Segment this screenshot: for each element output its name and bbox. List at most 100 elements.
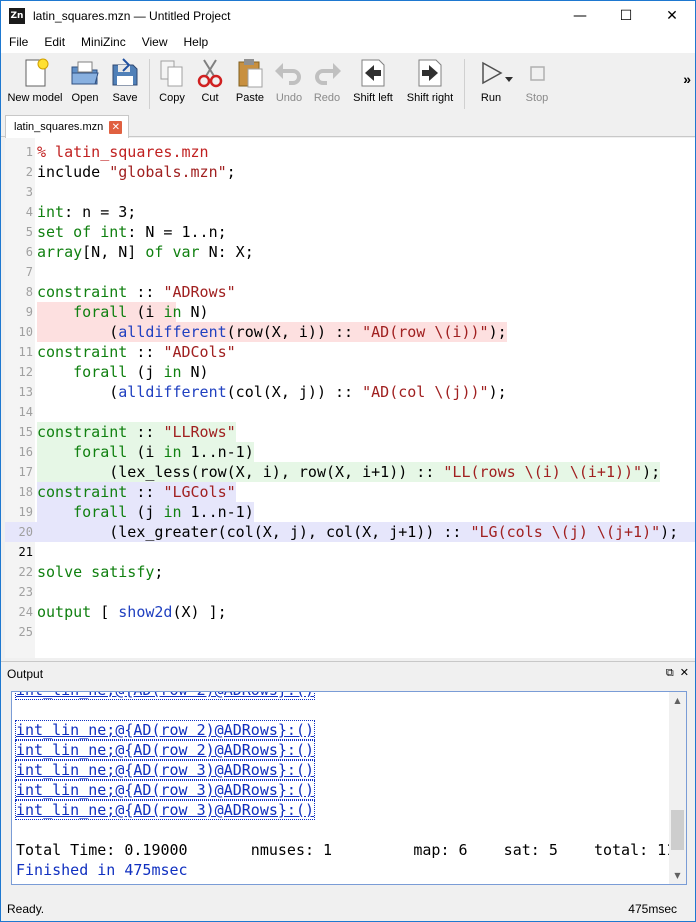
redo-label: Redo — [313, 92, 341, 104]
save-icon — [112, 58, 138, 86]
new-model-button[interactable]: New model — [5, 53, 65, 111]
code-editor[interactable]: 1% latin_squares.mzn 2 include "globals.m… — [5, 138, 695, 658]
minimize-button[interactable]: — — [557, 1, 603, 31]
menu-file[interactable]: File — [1, 35, 36, 49]
code-line: 5 set of int: N = 1..n; — [25, 223, 227, 241]
code-line: 10 (alldifferent(row(X, i)) :: "AD(row \… — [18, 322, 507, 342]
save-button[interactable]: Save — [105, 53, 145, 111]
output-link[interactable]: int_lin_ne;@{AD(row 2)@ADRows}:() — [14, 692, 316, 700]
code-line: 25 — [18, 625, 33, 639]
undo-label: Undo — [275, 92, 303, 104]
menu-view[interactable]: View — [134, 35, 176, 49]
open-button[interactable]: Open — [65, 53, 105, 111]
stop-icon — [530, 66, 545, 81]
code-line: 17 (lex_less(row(X, i), row(X, i+1)) :: … — [18, 462, 661, 482]
code-line: 15 constraint :: "LLRows" — [18, 422, 236, 442]
menu-minizinc[interactable]: MiniZinc — [73, 35, 134, 49]
code-line: 3 — [25, 185, 33, 199]
status-text: Ready. — [7, 902, 45, 916]
code-line: 8 constraint :: "ADRows" — [25, 283, 236, 301]
code-line: 18 constraint :: "LGCols" — [18, 482, 236, 502]
code-line: 6 array[N, N] of var N: X; — [25, 243, 254, 261]
output-link[interactable]: int_lin_ne;@{AD(row 2)@ADRows}:() — [14, 720, 316, 740]
clipboard-icon — [238, 59, 263, 88]
menu-bar: File Edit MiniZinc View Help — [1, 31, 695, 53]
output-panel[interactable]: int_lin_ne;@{AD(row 2)@ADRows}:() int_li… — [11, 691, 687, 885]
app-icon: Zn — [9, 8, 25, 24]
paste-button[interactable]: Paste — [230, 53, 270, 111]
copy-label: Copy — [159, 92, 185, 104]
menu-edit[interactable]: Edit — [36, 35, 73, 49]
toolbar-separator — [149, 59, 150, 109]
scroll-up-icon[interactable]: ▲ — [669, 692, 686, 709]
output-scrollbar[interactable]: ▲ ▼ — [669, 692, 686, 884]
shift-right-label: Shift right — [406, 92, 454, 104]
scroll-down-icon[interactable]: ▼ — [669, 867, 686, 884]
output-link[interactable]: int_lin_ne;@{AD(row 3)@ADRows}:() — [14, 760, 316, 780]
code-line: 20 (lex_greater(col(X, j), col(X, j+1)) … — [5, 522, 695, 542]
current-code-line: 21 — [18, 545, 33, 559]
output-dock-header: Output ⧉ ✕ — [1, 661, 695, 685]
tab-label: latin_squares.mzn — [14, 121, 104, 133]
stop-button[interactable]: Stop — [513, 53, 561, 111]
scroll-thumb[interactable] — [671, 810, 684, 850]
status-bar: Ready. 475msec — [1, 897, 695, 921]
close-tab-icon[interactable]: ✕ — [109, 120, 123, 134]
copy-button[interactable]: Copy — [154, 53, 190, 111]
redo-button[interactable]: Redo — [308, 53, 346, 111]
code-line: 2 include "globals.mzn"; — [25, 163, 236, 181]
code-line: 22 solve satisfy; — [18, 563, 164, 581]
code-line: 11 constraint :: "ADCols" — [18, 343, 236, 361]
close-button[interactable]: ✕ — [649, 1, 695, 31]
output-link[interactable]: int_lin_ne;@{AD(row 2)@ADRows}:() — [14, 740, 316, 760]
title-bar: Zn latin_squares.mzn — Untitled Project … — [1, 1, 695, 31]
code-line: 19 forall (j in 1..n-1) — [18, 502, 254, 522]
run-label: Run — [480, 92, 502, 104]
code-line: 16 forall (i in 1..n-1) — [18, 442, 254, 462]
stop-label: Stop — [525, 92, 549, 104]
new-model-label: New model — [7, 92, 63, 104]
shift-right-button[interactable]: Shift right — [400, 53, 460, 111]
output-link[interactable]: int_lin_ne;@{AD(row 3)@ADRows}:() — [14, 800, 316, 820]
menu-help[interactable]: Help — [176, 35, 217, 49]
close-dock-icon[interactable]: ✕ — [680, 666, 689, 680]
save-label: Save — [112, 92, 138, 104]
redo-icon — [315, 63, 341, 85]
copy-icon — [160, 60, 183, 87]
cut-button[interactable]: Cut — [190, 53, 230, 111]
run-dropdown-icon[interactable] — [505, 77, 513, 83]
status-elapsed: 475msec — [628, 902, 677, 916]
tab-latin-squares[interactable]: latin_squares.mzn ✕ — [5, 115, 130, 138]
undo-icon — [275, 63, 301, 85]
output-link[interactable]: int_lin_ne;@{AD(row 3)@ADRows}:() — [14, 780, 316, 800]
code-line: 23 — [18, 585, 33, 599]
output-finished: Finished in 475msec — [16, 861, 188, 879]
code-line: 4 int: n = 3; — [25, 203, 137, 221]
new-file-icon — [25, 58, 49, 87]
code-line: 7 — [25, 265, 33, 279]
code-line: 13 (alldifferent(col(X, j)) :: "AD(col \… — [18, 383, 507, 401]
toolbar: New model Open Save Copy Cut Paste Undo — [1, 53, 695, 115]
shift-left-label: Shift left — [353, 92, 393, 104]
shift-left-button[interactable]: Shift left — [346, 53, 400, 111]
open-label: Open — [71, 92, 99, 104]
maximize-button[interactable]: ☐ — [603, 1, 649, 31]
run-button[interactable]: Run — [469, 53, 513, 111]
toolbar-overflow-icon[interactable]: » — [683, 71, 691, 87]
code-line: 9 forall (i in N) — [25, 302, 209, 322]
cut-label: Cut — [201, 92, 219, 104]
scissors-icon — [197, 59, 223, 88]
tab-bar: latin_squares.mzn ✕ — [1, 115, 695, 138]
output-stats: Total Time: 0.19000 nmuses: 1 map: 6 sat… — [16, 841, 676, 859]
float-dock-icon[interactable]: ⧉ — [666, 666, 674, 680]
shift-right-icon — [418, 59, 442, 87]
code-line: 1% latin_squares.mzn — [25, 143, 209, 161]
code-line: 14 — [18, 405, 33, 419]
window-title: latin_squares.mzn — Untitled Project — [33, 9, 231, 23]
code-line: 24 output [ show2d(X) ]; — [18, 603, 227, 621]
toolbar-separator — [464, 59, 465, 109]
code-line: 12 forall (j in N) — [18, 363, 209, 381]
paste-label: Paste — [235, 92, 265, 104]
shift-left-icon — [361, 59, 385, 87]
undo-button[interactable]: Undo — [270, 53, 308, 111]
